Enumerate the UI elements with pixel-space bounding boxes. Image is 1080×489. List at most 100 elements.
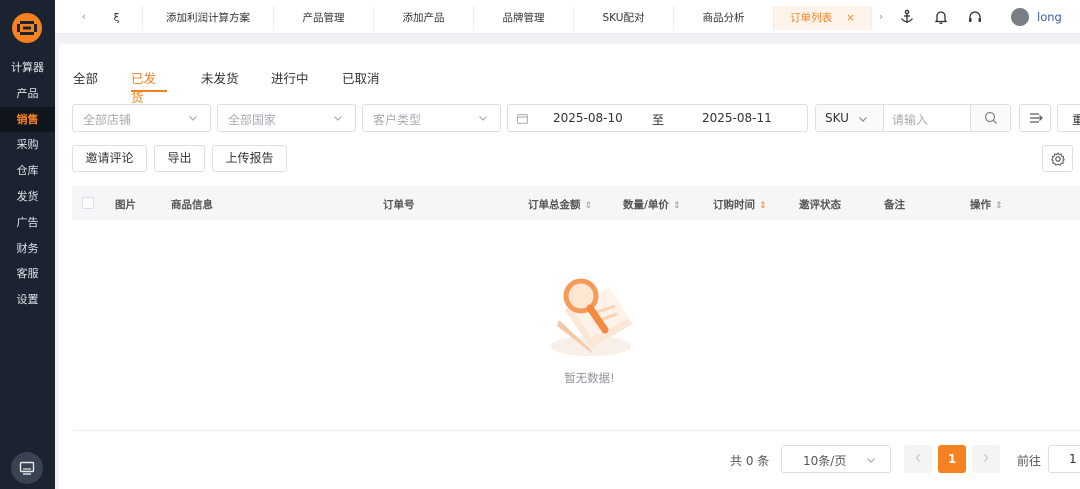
customer-type-placeholder: 客户类型 [373, 113, 422, 127]
tab-order-list-label: 订单列表 [790, 12, 833, 24]
anchor-icon[interactable] [899, 9, 915, 25]
sort-icon[interactable]: ⇕ [995, 201, 1003, 211]
empty-data-illustration [551, 278, 633, 356]
tab-truncated[interactable]: ξ [91, 6, 143, 30]
chevron-right-icon [984, 454, 989, 462]
tab-order-list[interactable]: 订单列表 × [774, 6, 872, 30]
tab-not-shipped[interactable]: 未发货 [201, 68, 271, 92]
chevron-down-icon [189, 116, 197, 121]
shop-select-placeholder: 全部店铺 [83, 113, 132, 127]
chevron-down-icon [334, 116, 342, 121]
search-input[interactable]: 请输入 [892, 111, 928, 128]
sort-toggle-button[interactable] [1019, 104, 1051, 132]
table-bottom-divider [72, 430, 1080, 431]
column-product-info: 商品信息 [171, 199, 213, 211]
date-end[interactable]: 2025-08-11 [702, 111, 772, 125]
sort-icon[interactable]: ⇕ [759, 201, 767, 211]
tab-brand-management[interactable]: 品牌管理 [474, 6, 574, 30]
country-select-placeholder: 全部国家 [228, 113, 277, 127]
column-order-time[interactable]: 订购时间 ⇕ [713, 197, 767, 212]
select-all-checkbox[interactable] [82, 197, 94, 209]
app-logo[interactable] [12, 13, 42, 43]
sidebar-item-ads[interactable]: 广告 [0, 210, 55, 236]
sidebar-item-customer-service[interactable]: 客服 [0, 261, 55, 287]
reset-button-label: 重 [1072, 113, 1080, 127]
sidebar-bottom-button[interactable] [11, 452, 43, 484]
sidebar-item-sales[interactable]: 销售 [0, 106, 55, 133]
sidebar-item-calculator[interactable]: 计算器 [0, 55, 55, 81]
customer-type-select[interactable]: 客户类型 [362, 104, 501, 132]
list-sort-icon [1030, 113, 1043, 123]
column-settings-button[interactable] [1042, 145, 1073, 172]
tab-add-product[interactable]: 添加产品 [374, 6, 474, 30]
avatar[interactable] [1011, 8, 1029, 26]
tab-cancelled[interactable]: 已取消 [342, 68, 392, 92]
headset-icon[interactable] [967, 9, 983, 25]
sidebar-item-purchase[interactable]: 采购 [0, 132, 55, 158]
column-review-status: 邀评状态 [799, 199, 841, 211]
shop-select[interactable]: 全部店铺 [72, 104, 211, 132]
next-page-button[interactable] [972, 445, 1000, 473]
monitor-icon [19, 461, 35, 475]
sidebar-item-shipping[interactable]: 发货 [0, 184, 55, 210]
chevron-down-icon [867, 458, 875, 463]
sort-icon[interactable]: ⇕ [673, 201, 681, 211]
bell-icon[interactable] [933, 9, 949, 25]
calendar-icon [517, 114, 528, 124]
column-order-total[interactable]: 订单总金额 ⇕ [528, 197, 592, 212]
sidebar-item-products[interactable]: 产品 [0, 81, 55, 107]
goto-page-value: 1 [1069, 452, 1077, 466]
tab-product-analysis[interactable]: 商品分析 [674, 6, 774, 30]
table-header: 图片 商品信息 订单号 订单总金额 ⇕ 数量/单价 ⇕ 订购时间 ⇕ 邀评状态 备注 … [72, 186, 1080, 220]
tab-in-progress[interactable]: 进行中 [271, 68, 342, 92]
date-separator: 至 [652, 113, 665, 127]
export-button[interactable]: 导出 [154, 145, 205, 172]
sidebar-item-finance[interactable]: 财务 [0, 236, 55, 262]
chevron-left-icon [915, 454, 920, 462]
goto-page-input[interactable]: 1 [1048, 445, 1080, 473]
tab-sku-pairing[interactable]: SKU配对 [574, 6, 674, 30]
search-field-select[interactable]: SKU [816, 105, 884, 131]
tabs-prev-arrow-icon[interactable]: ‹ [78, 10, 90, 24]
gear-icon [1051, 152, 1065, 166]
column-quantity-price[interactable]: 数量/单价 ⇕ [623, 197, 680, 212]
invite-review-button[interactable]: 邀请评论 [72, 145, 147, 172]
search-button[interactable] [970, 105, 1010, 131]
date-start[interactable]: 2025-08-10 [553, 111, 623, 125]
page-size-select[interactable]: 10条/页 [781, 445, 891, 473]
column-actions[interactable]: 操作 ⇕ [970, 197, 1003, 212]
status-tabs: 全部 已发货 未发货 进行中 已取消 [73, 68, 392, 105]
sidebar-nav: 计算器 产品 销售 采购 仓库 发货 广告 财务 客服 设置 [0, 55, 55, 313]
prev-page-button[interactable] [904, 445, 932, 473]
logo-icon [17, 21, 37, 35]
page-tabs: ξ 添加利润计算方案 产品管理 添加产品 品牌管理 SKU配对 商品分析 订单列… [91, 6, 872, 30]
tabs-next-arrow-icon[interactable]: › [875, 10, 887, 24]
date-range-picker[interactable]: 2025-08-10 至 2025-08-11 [507, 104, 808, 132]
page-number-current[interactable]: 1 [938, 445, 966, 473]
column-order-number: 订单号 [383, 199, 415, 211]
pagination-total: 共 0 条 [730, 454, 770, 468]
tab-all[interactable]: 全部 [73, 68, 131, 92]
column-image: 图片 [115, 199, 136, 211]
close-icon[interactable]: × [846, 12, 855, 24]
country-select[interactable]: 全部国家 [217, 104, 356, 132]
sidebar-item-warehouse[interactable]: 仓库 [0, 158, 55, 184]
tab-add-profit-plan[interactable]: 添加利润计算方案 [143, 6, 274, 30]
top-bar: ‹ ξ 添加利润计算方案 产品管理 添加产品 品牌管理 SKU配对 商品分析 订… [55, 0, 1080, 34]
tab-product-management[interactable]: 产品管理 [274, 6, 374, 30]
sort-icon[interactable]: ⇕ [585, 201, 593, 211]
column-remark: 备注 [884, 199, 905, 211]
search-field-label: SKU [825, 111, 849, 125]
goto-label: 前往 [1017, 454, 1042, 468]
chevron-down-icon [859, 117, 867, 122]
chevron-down-icon [479, 116, 487, 121]
order-list-panel: 全部 已发货 未发货 进行中 已取消 全部店铺 全部国家 客户类型 2025-0… [59, 44, 1080, 489]
upload-report-button[interactable]: 上传报告 [212, 145, 287, 172]
search-icon [984, 111, 997, 124]
username[interactable]: long [1037, 10, 1062, 24]
reset-button[interactable]: 重 [1057, 104, 1080, 132]
sidebar-item-settings[interactable]: 设置 [0, 287, 55, 313]
empty-data-text: 暂无数据! [564, 371, 615, 385]
tab-shipped[interactable]: 已发货 [131, 68, 167, 105]
sidebar: 计算器 产品 销售 采购 仓库 发货 广告 财务 客服 设置 [0, 0, 55, 489]
